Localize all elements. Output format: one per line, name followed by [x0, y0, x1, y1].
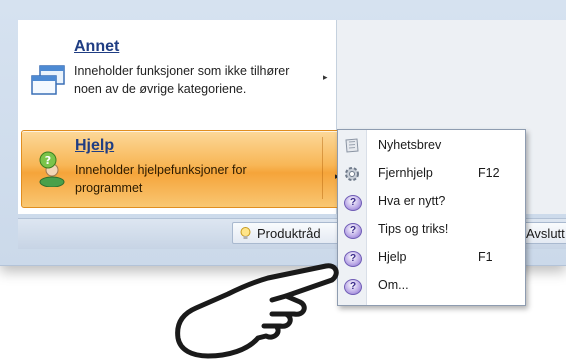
menu-item-description: Inneholder funksjoner som ikke tilhører …: [74, 64, 290, 96]
submenu-item-om[interactable]: ? Om...: [338, 274, 525, 298]
hjelp-submenu: Nyhetsbrev Fjernhjelp F12 ? Hva er nytt?…: [337, 129, 526, 306]
submenu-item-hva-er-nytt[interactable]: ? Hva er nytt?: [338, 190, 525, 214]
question-icon: ?: [343, 249, 362, 267]
svg-text:?: ?: [45, 154, 51, 167]
menu-item-hjelp[interactable]: ? Hjelp Inneholder hjelpefunksjoner for …: [21, 130, 351, 208]
produktrad-label: Produktråd: [257, 226, 321, 241]
question-icon: ?: [343, 277, 362, 295]
menu-item-description: Inneholder hjelpefunksjoner for programm…: [75, 163, 247, 195]
help-person-icon: ?: [39, 151, 65, 187]
shortcut-key: F12: [478, 166, 500, 180]
submenu-item-label: Fjernhjelp: [378, 166, 433, 180]
pointing-hand-icon: [175, 263, 339, 359]
newsletter-icon: [345, 138, 359, 153]
split-divider: [322, 137, 323, 199]
submenu-item-label: Nyhetsbrev: [378, 138, 442, 152]
submenu-item-tips-og-triks[interactable]: ? Tips og triks!: [338, 218, 525, 242]
submenu-item-nyhetsbrev[interactable]: Nyhetsbrev: [338, 134, 525, 158]
menu-item-title: Annet: [74, 38, 120, 55]
submenu-item-label: Tips og triks!: [378, 222, 449, 236]
submenu-item-label: Hjelp: [378, 250, 407, 264]
produktrad-button[interactable]: Produktråd: [232, 222, 342, 244]
menu-item-annet[interactable]: Annet Inneholder funksjoner som ikke til…: [18, 26, 336, 126]
category-menu: Annet Inneholder funksjoner som ikke til…: [18, 20, 351, 214]
menu-item-title: Hjelp: [75, 137, 115, 154]
submenu-item-fjernhjelp[interactable]: Fjernhjelp F12: [338, 162, 525, 186]
shortcut-key: F1: [478, 250, 493, 264]
submenu-item-label: Hva er nytt?: [378, 194, 446, 208]
windows-icon: [31, 65, 65, 95]
submenu-arrow-icon: ▸: [323, 72, 328, 82]
question-icon: ?: [343, 221, 362, 239]
avslutt-label: Avslutt: [526, 226, 565, 241]
lightbulb-icon: [240, 227, 251, 239]
avslutt-button[interactable]: Avslutt: [521, 222, 566, 244]
gear-icon: [345, 167, 359, 181]
submenu-item-hjelp[interactable]: ? Hjelp F1: [338, 246, 525, 270]
submenu-item-label: Om...: [378, 278, 409, 292]
question-icon: ?: [343, 193, 362, 211]
